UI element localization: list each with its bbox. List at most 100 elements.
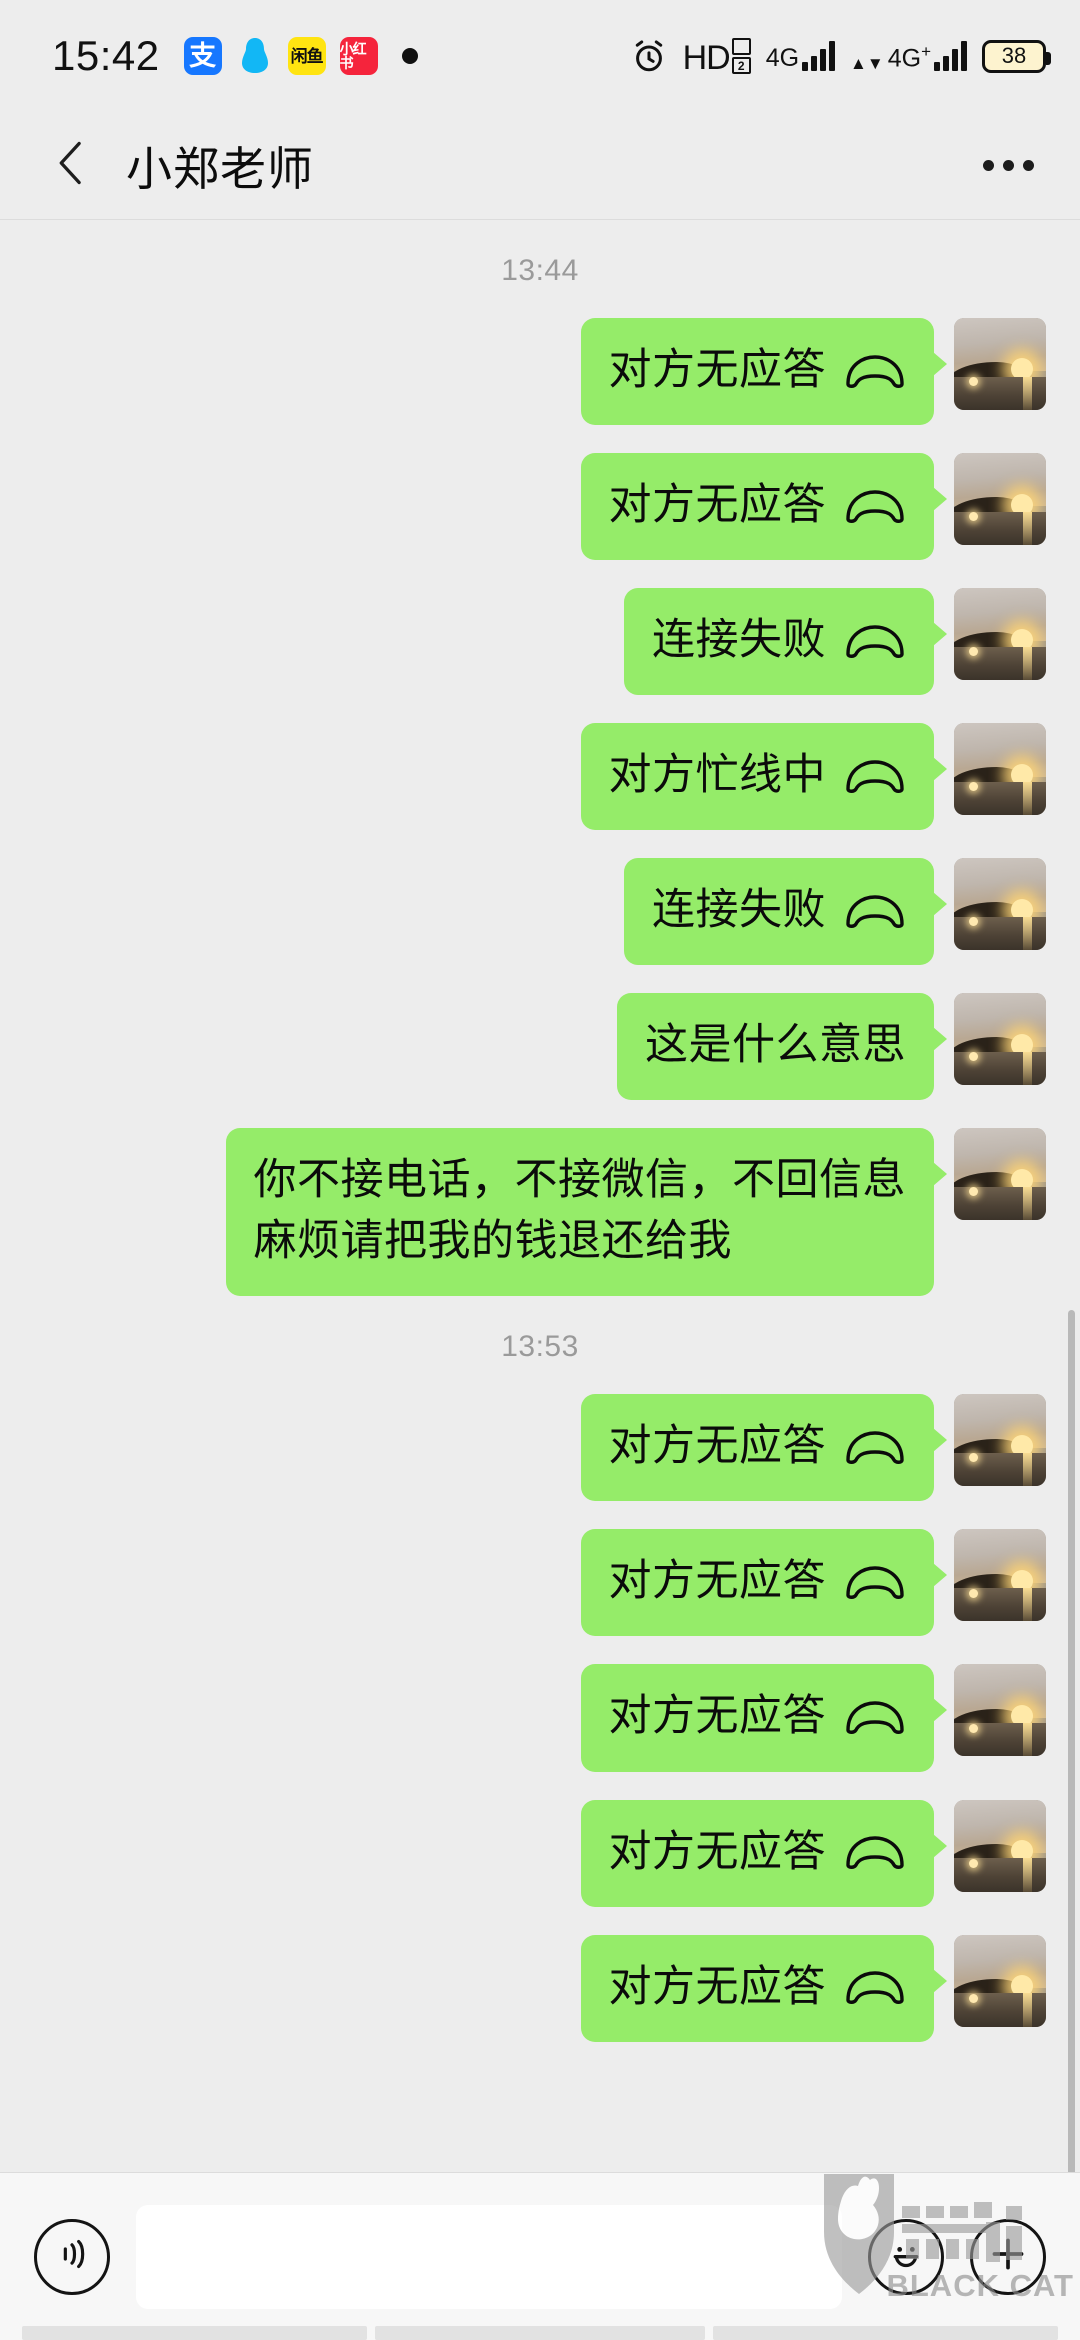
- avatar-light-glint: [968, 782, 978, 792]
- status-bar: 15:42 支 闲鱼 小红书 HD 2 4G ▲▼ 4G+ 38: [0, 0, 1080, 112]
- avatar[interactable]: [954, 453, 1046, 546]
- text-message-bubble[interactable]: 这是什么意思: [617, 993, 947, 1101]
- message-bubble-wrapper: 对方无应答: [580, 318, 1046, 426]
- message-text: 对方无应答: [608, 1692, 826, 1741]
- avatar-light-glint: [968, 1723, 978, 1733]
- avatar-sun-reflection: [1023, 917, 1033, 951]
- status-bar-app-icons: 支 闲鱼 小红书: [183, 37, 418, 75]
- voice-call-status-bubble[interactable]: 连接失败: [624, 858, 947, 966]
- xiaohongshu-icon: 小红书: [339, 37, 378, 75]
- bubble-content: 对方无应答: [609, 340, 907, 401]
- hd-sim-slot-lower: 2: [731, 57, 751, 74]
- avatar[interactable]: [954, 588, 1046, 681]
- voice-call-status-bubble[interactable]: 对方无应答: [580, 1934, 947, 2042]
- message-bubble-wrapper: 对方无应答: [580, 1664, 1046, 1772]
- notification-dot-icon: [401, 48, 418, 64]
- avatar[interactable]: [954, 1934, 1046, 2027]
- xiaohongshu-icon-glyph: 小红书: [339, 41, 367, 71]
- avatar-sun-reflection: [1023, 1858, 1033, 1892]
- bubble-content: 连接失败: [652, 610, 906, 671]
- phone-screen: 15:42 支 闲鱼 小红书 HD 2 4G ▲▼ 4G+ 38 小郑老师 13…: [0, 0, 1080, 2340]
- message-row: 对方无应答: [34, 1799, 1046, 1907]
- message-row: 这是什么意思: [34, 993, 1046, 1101]
- add-more-button[interactable]: [970, 2218, 1046, 2295]
- alarm-clock-icon: [630, 37, 668, 75]
- avatar[interactable]: [954, 1128, 1046, 1221]
- message-row: 对方无应答: [34, 1394, 1046, 1502]
- message-bubble-wrapper: 连接失败: [624, 588, 1046, 696]
- battery-level-label: 38: [1001, 43, 1027, 68]
- avatar[interactable]: [954, 858, 1046, 951]
- voice-call-status-bubble[interactable]: 连接失败: [624, 588, 947, 696]
- voice-call-status-bubble[interactable]: 对方无应答: [580, 453, 947, 561]
- plus-icon: [986, 2232, 1030, 2281]
- voice-call-status-bubble[interactable]: 对方无应答: [580, 318, 947, 426]
- avatar-sun-reflection: [1023, 1453, 1033, 1487]
- hd-voice-icon: HD 2: [683, 38, 751, 75]
- message-text: 对方无应答: [608, 346, 826, 394]
- voice-call-handset-icon: [844, 1700, 906, 1734]
- more-options-button[interactable]: [977, 146, 1040, 185]
- text-message-bubble[interactable]: 你不接电话，不接微信，不回信息 麻烦请把我的钱退还给我: [225, 1128, 947, 1297]
- emoji-button[interactable]: [868, 2218, 944, 2295]
- input-action-buttons: [868, 2218, 1046, 2295]
- chevron-left-icon: [51, 137, 91, 194]
- avatar-sun-reflection: [1023, 782, 1033, 816]
- message-bubble-wrapper: 对方忙线中: [580, 723, 1046, 831]
- voice-call-handset-icon: [844, 489, 906, 523]
- avatar[interactable]: [954, 993, 1046, 1086]
- message-bubble-wrapper: 对方无应答: [580, 453, 1046, 561]
- qq-icon: [236, 37, 274, 75]
- voice-input-button[interactable]: [34, 2218, 110, 2295]
- avatar[interactable]: [954, 723, 1046, 816]
- bubble-content: 连接失败: [652, 880, 906, 941]
- voice-call-status-bubble[interactable]: 对方无应答: [580, 1664, 947, 1772]
- status-bar-clock: 15:42: [52, 32, 160, 79]
- avatar[interactable]: [954, 1529, 1046, 1622]
- navigation-hint-bar: [0, 2318, 1080, 2340]
- bubble-content: 对方无应答: [609, 1822, 907, 1883]
- message-bubble-wrapper: 对方无应答: [580, 1394, 1046, 1502]
- avatar-light-glint: [968, 647, 978, 657]
- voice-call-handset-icon: [844, 894, 906, 928]
- voice-call-status-bubble[interactable]: 对方忙线中: [580, 723, 947, 831]
- message-bubble-wrapper: 对方无应答: [580, 1799, 1046, 1907]
- message-list[interactable]: 13:44 对方无应答 对方无应答 连接失败 对方忙线中 连接失败 这是什么意思 你不接电话，…: [0, 220, 1080, 2172]
- voice-call-handset-icon: [844, 1430, 906, 1464]
- message-text: 对方忙线中: [608, 751, 826, 800]
- bubble-content: 对方无应答: [609, 1551, 907, 1612]
- voice-call-handset-icon: [844, 1835, 906, 1869]
- message-row: 连接失败: [34, 588, 1046, 696]
- battery-icon: 38: [982, 39, 1051, 73]
- chat-scrollbar[interactable]: [1068, 1310, 1075, 2172]
- avatar-light-glint: [968, 917, 978, 927]
- avatar[interactable]: [954, 1664, 1046, 1757]
- message-row: 对方无应答: [34, 1664, 1046, 1772]
- alipay-icon-glyph: 支: [189, 40, 217, 71]
- message-bubble-wrapper: 对方无应答: [580, 1934, 1046, 2042]
- bubble-content: 你不接电话，不接微信，不回信息 麻烦请把我的钱退还给我: [254, 1150, 907, 1272]
- voice-call-status-bubble[interactable]: 对方无应答: [580, 1394, 947, 1502]
- voice-wave-icon: [52, 2234, 92, 2279]
- sim1-network-label: 4G: [765, 44, 800, 72]
- message-input-field[interactable]: [136, 2204, 842, 2309]
- avatar[interactable]: [954, 1394, 1046, 1487]
- back-button[interactable]: [40, 135, 102, 197]
- data-transfer-arrows-icon: ▲▼: [850, 54, 884, 74]
- message-row: 对方无应答: [34, 1529, 1046, 1637]
- page-title: 小郑老师: [126, 142, 314, 195]
- message-row: 对方无应答: [34, 1934, 1046, 2042]
- voice-call-status-bubble[interactable]: 对方无应答: [580, 1529, 947, 1637]
- bubble-content: 对方忙线中: [609, 745, 907, 806]
- message-row: 对方无应答: [34, 318, 1046, 426]
- nav-hint-segment: [375, 2326, 705, 2340]
- avatar[interactable]: [954, 1799, 1046, 1892]
- message-timestamp: 13:44: [501, 254, 579, 287]
- avatar-sun-reflection: [1023, 1993, 1033, 2027]
- avatar-sun-reflection: [1023, 646, 1033, 681]
- smiley-face-icon: [883, 2231, 929, 2282]
- more-dot-icon: [1023, 160, 1034, 171]
- sim2-network-label: 4G+: [887, 41, 931, 72]
- voice-call-status-bubble[interactable]: 对方无应答: [580, 1799, 947, 1907]
- avatar[interactable]: [954, 318, 1046, 410]
